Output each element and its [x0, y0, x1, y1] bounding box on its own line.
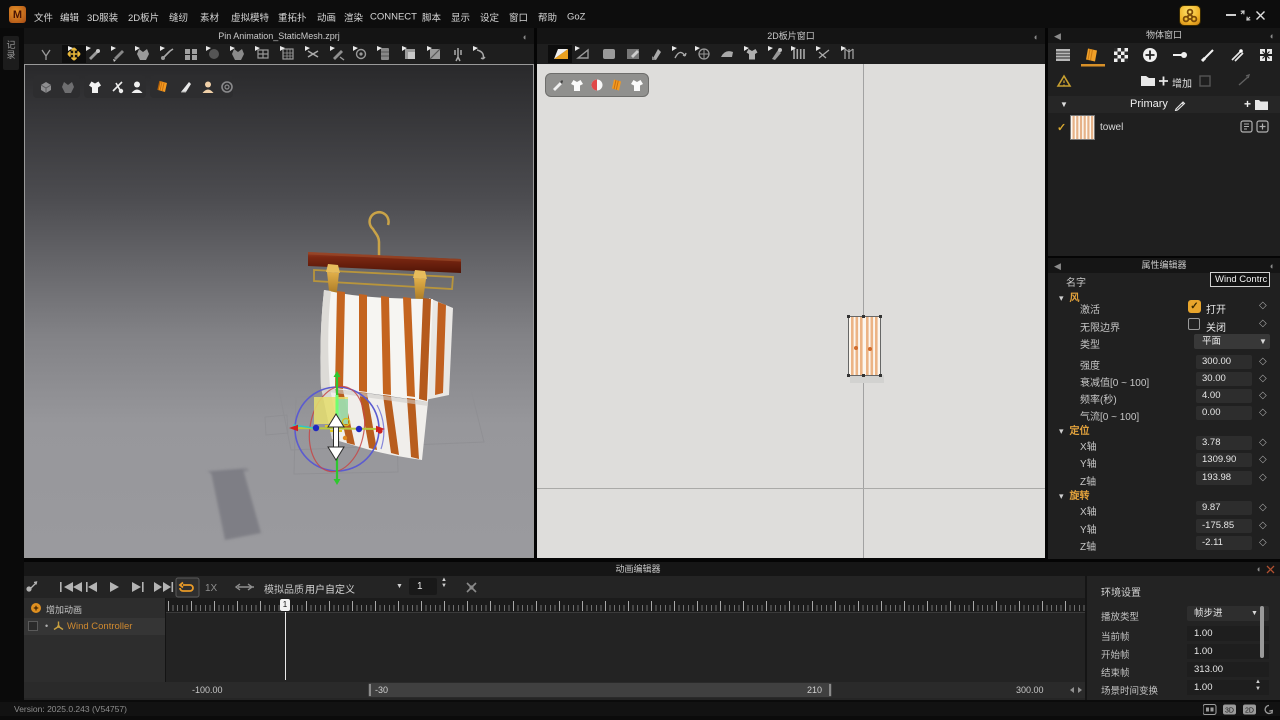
svg-text:3D: 3D — [1225, 708, 1234, 715]
svg-text:1X: 1X — [205, 583, 218, 594]
svg-text:2D: 2D — [1245, 708, 1254, 715]
